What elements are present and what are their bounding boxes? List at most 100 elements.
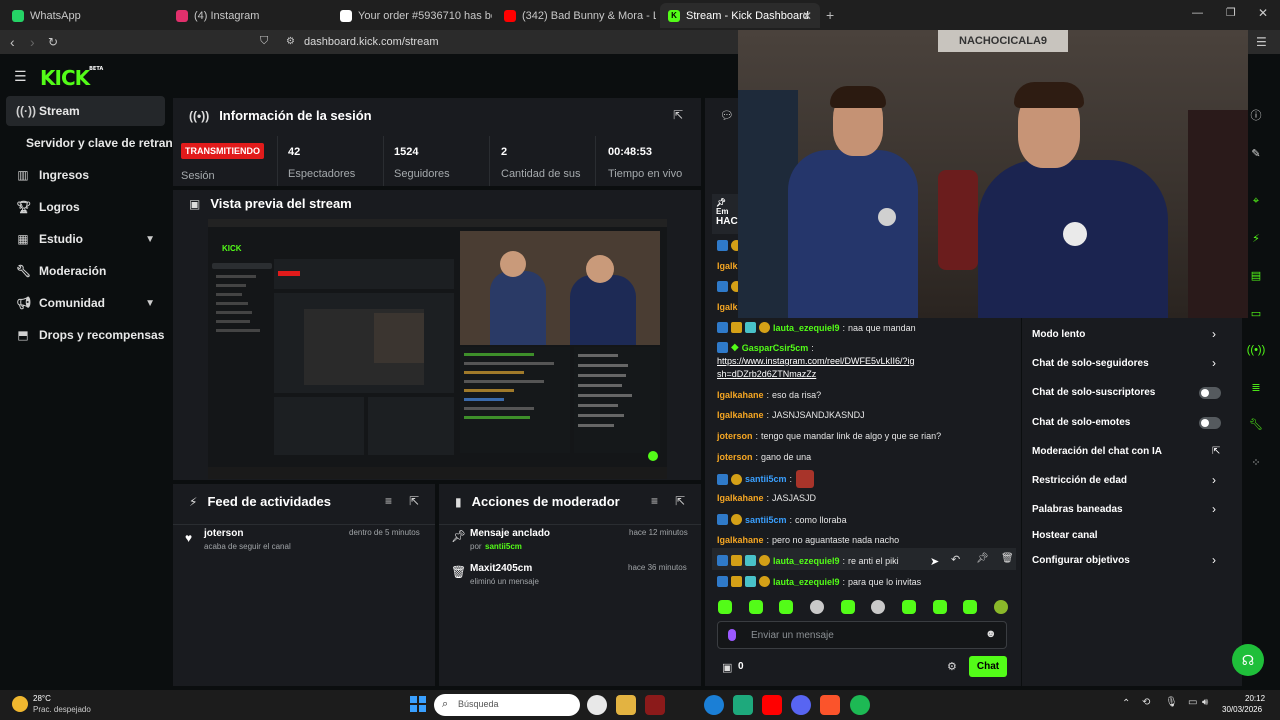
setting-banned-words[interactable]: Palabras baneadas (1032, 504, 1123, 515)
chat-message[interactable]: lauta_ezequiel9: re anti el piki (717, 555, 899, 566)
youtube-icon[interactable] (762, 695, 782, 715)
chat-username[interactable]: Igalkahane (717, 410, 764, 420)
chevron-right-icon[interactable]: › (1212, 356, 1216, 370)
emote-icon[interactable] (840, 600, 855, 614)
chat-username[interactable]: GasparCsir5cm (742, 343, 809, 353)
mic-tray-icon[interactable]: 🎙︎ (1165, 697, 1178, 708)
help-support-icon[interactable]: ☊ (1232, 644, 1264, 676)
emotes-only-toggle[interactable] (1199, 417, 1221, 429)
chat-username[interactable]: lauta_ezequiel9 (773, 577, 840, 587)
forward-icon[interactable]: › (30, 34, 35, 50)
emote-icon[interactable] (932, 600, 947, 614)
document-icon[interactable]: ▤ (1247, 266, 1265, 284)
setting-followers-only[interactable]: Chat de solo-seguidores (1032, 358, 1149, 369)
emoji-icon[interactable]: ☻ (985, 628, 997, 640)
chat-username[interactable]: Igalkahane (717, 390, 764, 400)
volume-icon[interactable]: 🔊︎ (1202, 697, 1208, 708)
emote-icon[interactable] (779, 600, 794, 614)
chat-username[interactable]: santii5cm (745, 474, 787, 484)
chevron-right-icon[interactable]: › (1212, 327, 1216, 341)
emote-icon[interactable] (809, 600, 824, 614)
chat-username[interactable]: lauta_ezequiel9 (773, 556, 840, 566)
setting-subs-only[interactable]: Chat de solo-suscriptores (1032, 387, 1155, 398)
spotify-icon[interactable] (850, 695, 870, 715)
chat-message[interactable]: Igalkahane: JASNJSANDJKASNDJ (717, 410, 865, 420)
sync-icon[interactable]: ⟲ (1142, 697, 1150, 708)
taskbar-search[interactable]: ⌕ Búsqueda (434, 694, 580, 716)
sidebar-item-drops[interactable]: ⬒ Drops y recompensas (6, 320, 165, 350)
stack-icon[interactable]: ≣ (1247, 378, 1265, 396)
reply-icon[interactable]: ↶ (951, 553, 960, 566)
kick-logo[interactable]: KICKBETA (40, 66, 103, 90)
setting-ai-moderation[interactable]: Moderación del chat con IA (1032, 446, 1162, 457)
sidebar-item-logros[interactable]: 🏆︎ Logros (6, 192, 165, 222)
popout-icon[interactable]: ⇱ (673, 108, 683, 122)
tab-kick-dashboard[interactable]: K Stream - Kick Dashboard ✕ (660, 3, 820, 28)
tab-youtube[interactable]: (342) Bad Bunny & Mora - Late Nigh (496, 3, 656, 28)
hamburger-menu-icon[interactable]: ☰ (14, 68, 27, 85)
edit-icon[interactable]: ✎ (1247, 144, 1265, 162)
chevron-up-icon[interactable]: ⌃ (1122, 698, 1130, 709)
scan-icon[interactable]: ⌖ (1247, 192, 1265, 210)
minimize-icon[interactable]: — (1192, 7, 1203, 19)
chat-message[interactable]: santii5cm: como lloraba (717, 514, 847, 525)
sidebar-item-comunidad[interactable]: 📢︎ Comunidad ▼ (6, 288, 165, 318)
emote-icon[interactable] (993, 600, 1008, 614)
chat-message[interactable]: ◆ GasparCsir5cm: (717, 342, 814, 353)
filter-icon[interactable]: ≡ (385, 494, 392, 508)
chat-message[interactable]: lauta_ezequiel9: naa que mandan (717, 322, 916, 333)
chat-settings-icon[interactable]: ⚙ (947, 660, 957, 673)
pin-message-icon[interactable]: 📌︎ (976, 553, 989, 564)
pinned-message[interactable]: 📌︎ Em HAC (712, 194, 740, 234)
chat-message[interactable]: Igalkahane: JASJASJD (717, 493, 816, 503)
edge-icon[interactable] (704, 695, 724, 715)
app-icon[interactable] (645, 695, 665, 715)
back-icon[interactable]: ‹ (10, 34, 15, 50)
reload-icon[interactable]: ↻ (48, 35, 58, 49)
setting-host-channel[interactable]: Hostear canal (1032, 530, 1098, 541)
popout-icon[interactable]: ⇱ (409, 494, 419, 508)
chat-username[interactable]: Igalk (717, 261, 738, 271)
browser-menu-icon[interactable]: ☰ (1256, 35, 1267, 49)
sidebar-item-estudio[interactable]: ▦ Estudio ▼ (6, 224, 165, 254)
tab-whatsapp[interactable]: WhatsApp (4, 3, 164, 28)
bookmark-icon[interactable]: ⛉ (260, 35, 268, 48)
close-window-icon[interactable]: ✕ (1258, 6, 1268, 20)
chat-message[interactable]: lauta_ezequiel9: para que lo invitas (717, 576, 921, 587)
setting-slow-mode[interactable]: Modo lento (1032, 329, 1085, 340)
chat-send-button[interactable]: Chat (969, 656, 1007, 677)
setting-age-restriction[interactable]: Restricción de edad (1032, 475, 1127, 486)
sidebar-item-moderacion[interactable]: 🔧︎ Moderación (6, 256, 165, 286)
apps-icon[interactable]: ⁘ (1247, 453, 1265, 471)
url-field[interactable]: dashboard.kick.com/stream (304, 36, 439, 48)
chat-username[interactable]: lauta_ezequiel9 (773, 323, 840, 333)
info-icon[interactable]: ⓘ (1247, 106, 1265, 124)
clock-date[interactable]: 30/03/2026 (1222, 705, 1262, 714)
windows-start-icon[interactable] (410, 696, 426, 712)
tab-order[interactable]: Your order #5936710 has been forme (332, 3, 492, 28)
chevron-right-icon[interactable]: › (1212, 473, 1216, 487)
chat-icon[interactable]: ▭ (1247, 304, 1265, 322)
chat-message[interactable]: joterson: tengo que mandar link de algo … (717, 431, 941, 441)
chat-username[interactable]: Igalkahane (717, 535, 764, 545)
emote-icon[interactable] (901, 600, 916, 614)
chat-username[interactable]: Igalkahane (717, 493, 764, 503)
chat-link[interactable]: https://www.instagram.com/reel/DWFE5vLkI… (717, 355, 917, 381)
chat-message[interactable]: Igalkahane: pero no aguantaste nada nach… (717, 535, 899, 545)
setting-goals[interactable]: Configurar objetivos (1032, 555, 1130, 566)
chat-input[interactable]: Enviar un mensaje ☻ (717, 621, 1007, 649)
tab-instagram[interactable]: (4) Instagram (168, 3, 328, 28)
new-tab-icon[interactable]: + (826, 7, 834, 23)
sidebar-item-server-key[interactable]: Servidor y clave de retransmisión (6, 128, 174, 158)
emote-icon[interactable] (748, 600, 763, 614)
chat-message[interactable]: Igalkahane: eso da risa? (717, 390, 821, 400)
emote-icon[interactable] (718, 600, 732, 614)
chevron-right-icon[interactable]: › (1212, 553, 1216, 567)
chat-username[interactable]: Igalk (717, 302, 738, 312)
network-icon[interactable]: ▭ (1188, 697, 1197, 708)
brave-icon[interactable] (820, 695, 840, 715)
popout-icon[interactable]: ⇱ (675, 494, 685, 508)
sidebar-item-ingresos[interactable]: ▥ Ingresos (6, 160, 165, 190)
clock-time[interactable]: 20:12 (1245, 694, 1265, 703)
chat-message[interactable]: santii5cm: (717, 470, 815, 488)
